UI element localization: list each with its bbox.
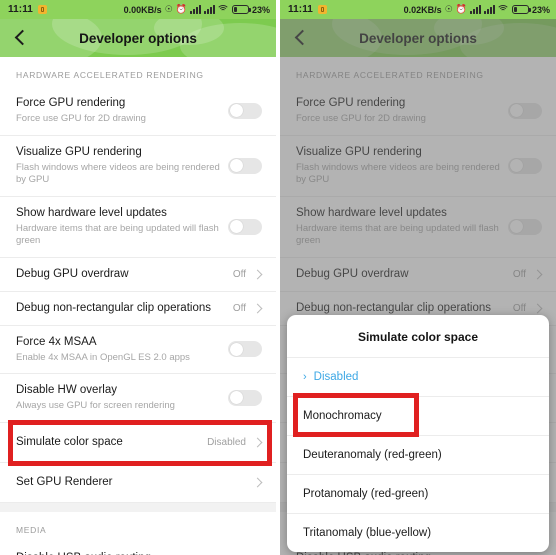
simulate-color-space-dialog: Simulate color space › Disabled Monochro…	[287, 315, 549, 552]
signal-bars-icon-2	[203, 5, 215, 14]
list-item-simulate-color-space[interactable]: Simulate color space Disabled	[0, 423, 276, 463]
page-title: Developer options	[79, 30, 197, 46]
toggle-visualize-gpu-rendering[interactable]	[228, 157, 262, 174]
row-subtitle: Enable 4x MSAA in OpenGL ES 2.0 apps	[16, 351, 190, 363]
settings-list-left: HARDWARE ACCELERATED RENDERING Force GPU…	[0, 57, 276, 555]
row-value: Off	[232, 302, 246, 314]
status-bar-right: 11:11 0.02KB/s ☉ ⏰ 23%	[280, 0, 556, 19]
row-value: Disabled	[207, 436, 246, 448]
row-subtitle: Flash windows where videos are being ren…	[16, 161, 220, 186]
screenshot-stage: 11:11 0.00KB/s ☉ ⏰ 23% Developer options…	[0, 0, 556, 555]
section-divider	[0, 502, 276, 512]
row-value: Off	[232, 268, 246, 280]
dialog-option-label: Disabled	[313, 371, 359, 383]
list-item[interactable]: Show hardware level updates Hardware ite…	[0, 197, 276, 258]
network-speed: 0.00KB/s	[123, 4, 162, 15]
chevron-right-icon	[253, 478, 262, 487]
dialog-option-label: Monochromacy	[303, 410, 382, 422]
dialog-option-deuteranomaly[interactable]: Deuteranomaly (red-green)	[287, 436, 549, 475]
list-item[interactable]: Disable USB audio routing Disable automa…	[0, 542, 276, 555]
dialog-option-label: Tritanomaly (blue-yellow)	[303, 527, 432, 539]
battery-percent: 23%	[531, 4, 550, 15]
status-time: 11:11	[288, 4, 313, 15]
signal-bars-icon-1	[469, 5, 481, 14]
alarm-icon: ⏰	[175, 4, 187, 14]
signal-bars-icon-2	[483, 5, 495, 14]
row-title: Set GPU Renderer	[16, 475, 113, 488]
status-time: 11:11	[8, 4, 33, 15]
dialog-option-tritanomaly[interactable]: Tritanomaly (blue-yellow)	[287, 514, 549, 552]
row-title: Disable HW overlay	[16, 384, 117, 396]
status-icons-right: 0.02KB/s ☉ ⏰ 23%	[404, 5, 550, 15]
battery-percent: 23%	[251, 4, 270, 15]
row-title: Force 4x MSAA	[16, 335, 97, 348]
list-item[interactable]: Force GPU rendering Force use GPU for 2D…	[0, 87, 276, 136]
row-title: Force GPU rendering	[16, 97, 126, 109]
section-header-media: MEDIA	[16, 524, 47, 535]
alarm-icon: ⏰	[455, 4, 467, 14]
list-item[interactable]: Visualize GPU rendering Flash windows wh…	[0, 136, 276, 197]
toggle-disable-hw-overlay[interactable]	[228, 389, 262, 406]
list-item[interactable]: Disable HW overlay Always use GPU for sc…	[0, 374, 276, 423]
dialog-option-disabled[interactable]: › Disabled	[287, 358, 549, 397]
row-title: Simulate color space	[16, 435, 123, 448]
coin-icon	[37, 5, 47, 14]
row-title: Debug GPU overdraw	[16, 267, 129, 280]
list-item-set-gpu-renderer[interactable]: Set GPU Renderer	[0, 463, 276, 503]
chevron-right-icon	[253, 304, 262, 313]
chevron-right-icon	[253, 270, 262, 279]
wifi-icon	[496, 5, 510, 14]
dialog-option-label: Deuteranomaly (red-green)	[303, 449, 442, 461]
section-header-hardware: HARDWARE ACCELERATED RENDERING	[16, 70, 204, 80]
row-title: Visualize GPU rendering	[16, 145, 142, 158]
battery-icon	[231, 5, 251, 14]
row-subtitle: Always use GPU for screen rendering	[16, 400, 175, 411]
signal-bars-icon-1	[189, 5, 201, 14]
list-item[interactable]: Debug non-rectangular clip operations Of…	[0, 292, 276, 326]
row-title: Show hardware level updates	[16, 206, 167, 219]
row-subtitle: Hardware items that are being updated wi…	[16, 222, 219, 247]
toggle-force-4x-msaa[interactable]	[228, 341, 262, 358]
left-phone-panel: 11:11 0.00KB/s ☉ ⏰ 23% Developer options…	[0, 0, 276, 555]
dialog-option-monochromacy[interactable]: Monochromacy	[287, 397, 549, 436]
row-title: Debug non-rectangular clip operations	[16, 301, 211, 314]
status-icons-left: 0.00KB/s ☉ ⏰ 23%	[124, 5, 270, 15]
row-subtitle: Force use GPU for 2D drawing	[16, 113, 146, 124]
wifi-icon	[216, 5, 230, 14]
app-bar-left: Developer options	[0, 19, 276, 57]
list-item[interactable]: Debug GPU overdraw Off	[0, 258, 276, 292]
dialog-option-protanomaly[interactable]: Protanomaly (red-green)	[287, 475, 549, 514]
list-item[interactable]: Force 4x MSAA Enable 4x MSAA in OpenGL E…	[0, 326, 276, 374]
battery-icon	[511, 5, 531, 14]
row-title: Disable USB audio routing	[16, 551, 228, 555]
mute-icon: ☉	[164, 4, 173, 14]
status-bar-left: 11:11 0.00KB/s ☉ ⏰ 23%	[0, 0, 276, 19]
dialog-title: Simulate color space	[287, 315, 549, 358]
network-speed: 0.02KB/s	[403, 4, 442, 15]
coin-icon	[317, 5, 327, 14]
right-phone-panel: 11:11 0.02KB/s ☉ ⏰ 23% Developer options…	[280, 0, 556, 555]
chevron-right-icon: ›	[303, 370, 307, 383]
chevron-right-icon	[253, 438, 262, 447]
mute-icon: ☉	[444, 4, 453, 14]
panel-divider	[276, 0, 280, 555]
back-arrow-icon[interactable]	[12, 30, 28, 46]
toggle-force-gpu-rendering[interactable]	[228, 102, 262, 119]
dialog-option-label: Protanomaly (red-green)	[303, 488, 429, 500]
toggle-show-hardware-level-updates[interactable]	[228, 218, 262, 235]
